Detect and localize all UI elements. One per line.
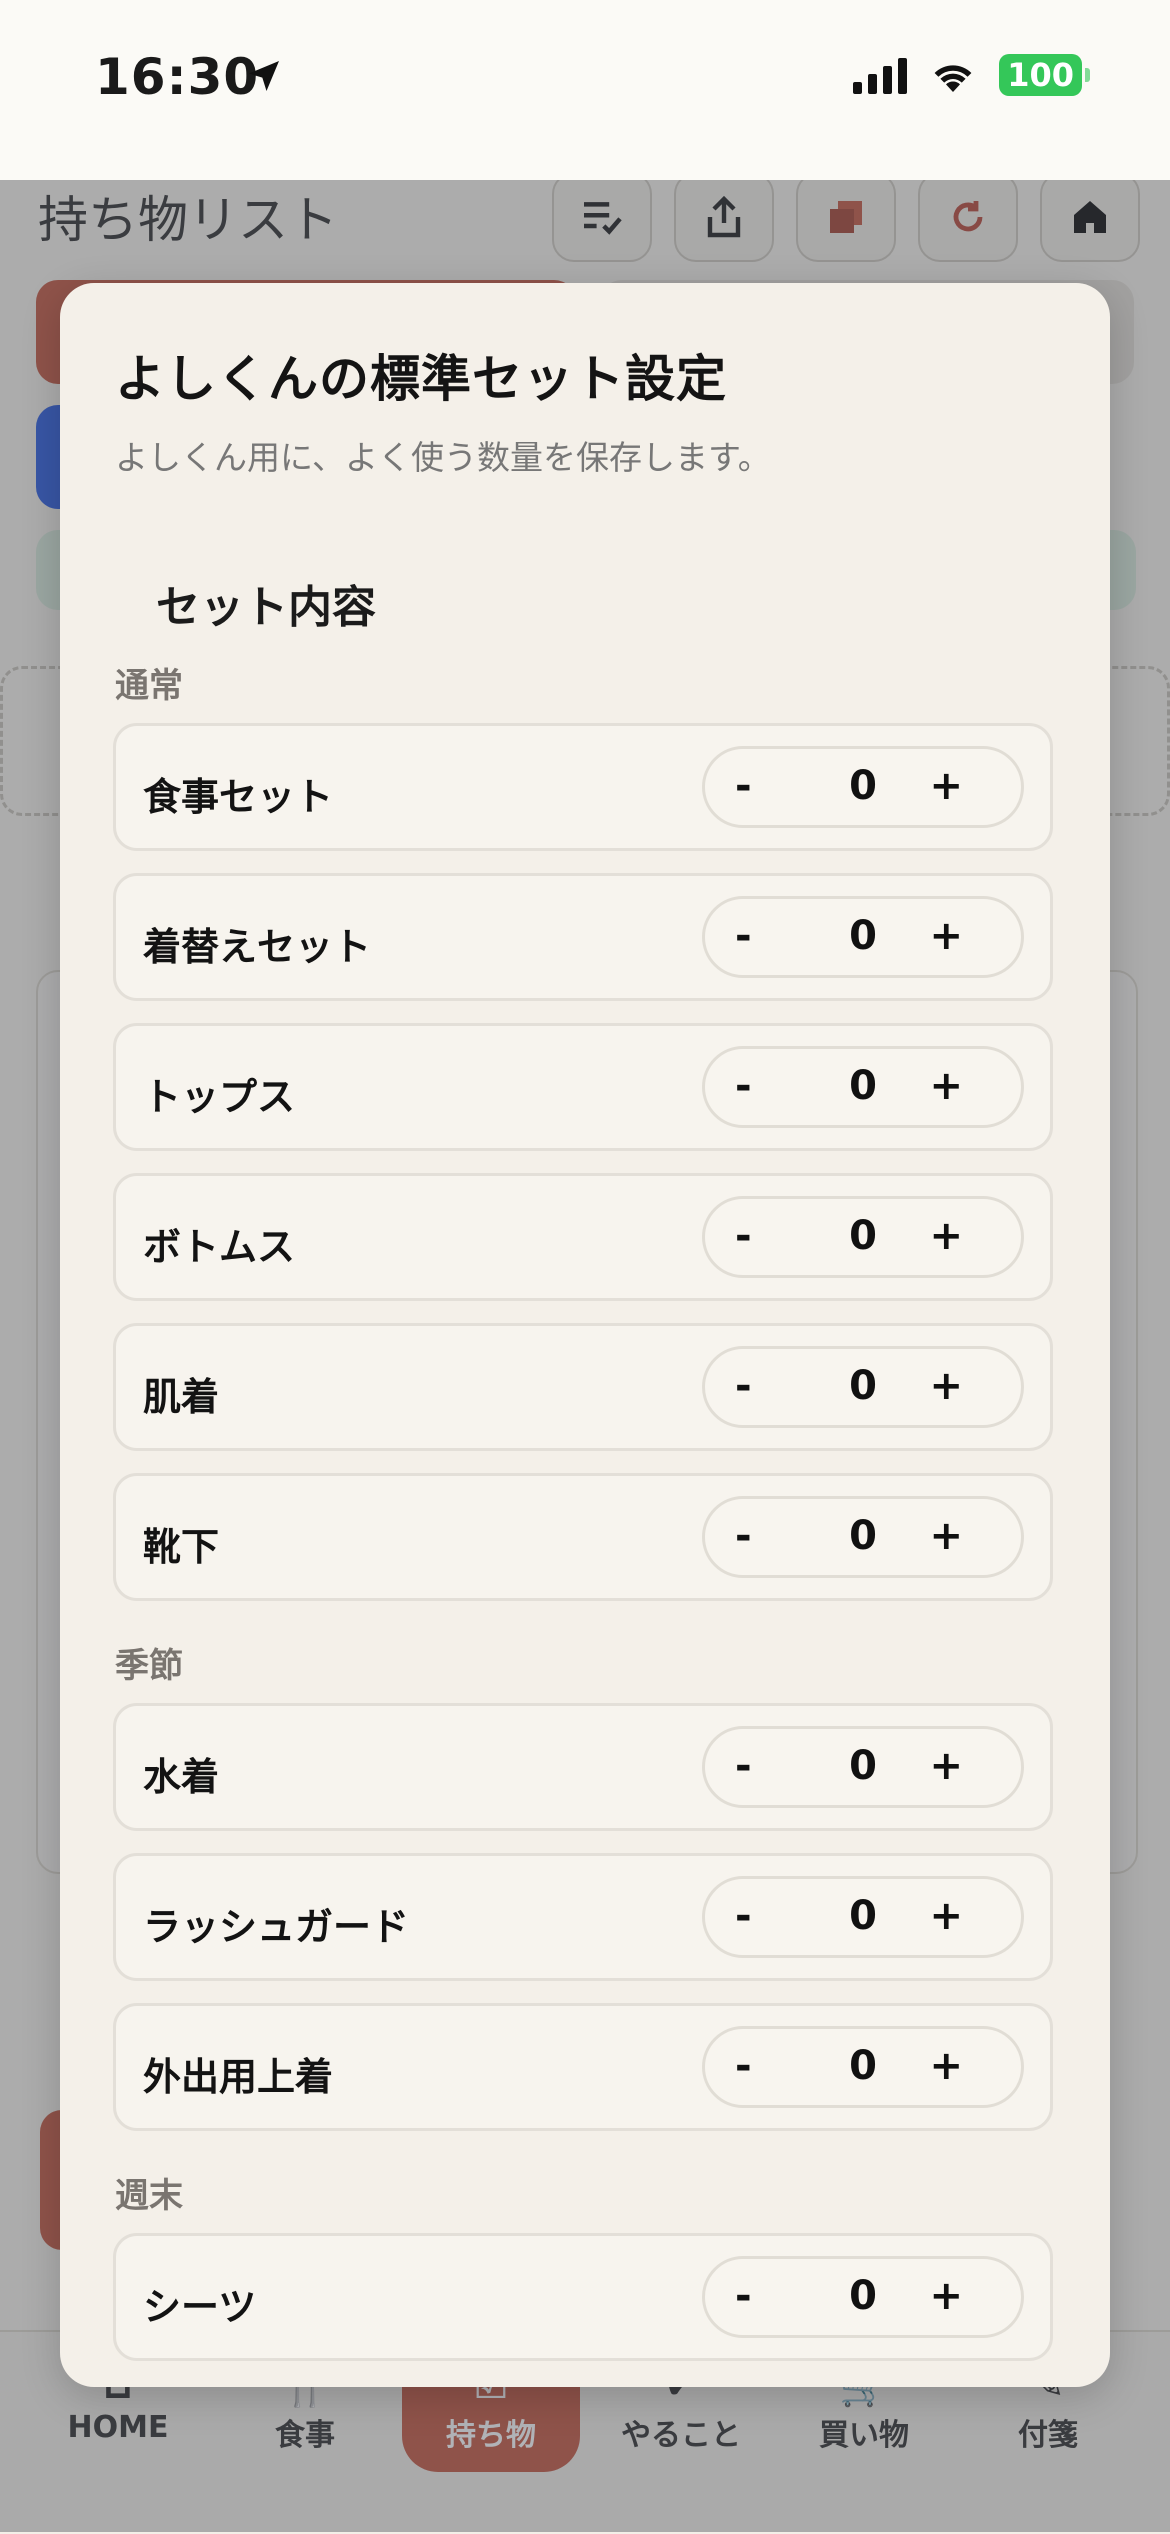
modal-title: よしくんの標準セット設定 — [115, 350, 727, 408]
item-row: 外出用上着 - 0 + — [113, 2003, 1053, 2131]
quantity-value: 0 — [849, 2273, 877, 2319]
item-label: 着替えセット — [143, 925, 372, 969]
item-label: ボトムス — [143, 1225, 296, 1269]
increment-button[interactable]: + — [929, 1363, 963, 1409]
item-label: 外出用上着 — [143, 2055, 334, 2099]
section-title: セット内容 — [156, 582, 376, 633]
quantity-stepper: - 0 + — [702, 746, 1024, 828]
quantity-stepper: - 0 + — [702, 2026, 1024, 2108]
status-bar: 16:30 100 — [0, 0, 1170, 180]
quantity-value: 0 — [849, 913, 877, 959]
cellular-signal-icon — [853, 56, 908, 94]
item-row: 靴下 - 0 + — [113, 1473, 1053, 1601]
quantity-value: 0 — [849, 1363, 877, 1409]
quantity-value: 0 — [849, 763, 877, 809]
quantity-value: 0 — [849, 2043, 877, 2089]
quantity-value: 0 — [849, 1513, 877, 1559]
increment-button[interactable]: + — [929, 913, 963, 959]
item-label: 水着 — [143, 1755, 220, 1799]
quantity-value: 0 — [849, 1213, 877, 1259]
item-label: 食事セット — [143, 775, 334, 819]
quantity-value: 0 — [849, 1743, 877, 1789]
quantity-stepper: - 0 + — [702, 896, 1024, 978]
increment-button[interactable]: + — [929, 2043, 963, 2089]
item-row: ラッシュガード - 0 + — [113, 1853, 1053, 1981]
item-row: 水着 - 0 + — [113, 1703, 1053, 1831]
group-label-normal: 通常 — [115, 666, 183, 706]
increment-button[interactable]: + — [929, 1893, 963, 1939]
increment-button[interactable]: + — [929, 763, 963, 809]
item-label: トップス — [143, 1075, 296, 1119]
item-row: 食事セット - 0 + — [113, 723, 1053, 851]
quantity-value: 0 — [849, 1063, 877, 1109]
increment-button[interactable]: + — [929, 1743, 963, 1789]
battery-icon: 100 — [999, 54, 1090, 96]
quantity-stepper: - 0 + — [702, 1046, 1024, 1128]
item-row: ボトムス - 0 + — [113, 1173, 1053, 1301]
group-label-season: 季節 — [115, 1646, 183, 1686]
increment-button[interactable]: + — [929, 1513, 963, 1559]
item-label: ラッシュガード — [143, 1905, 410, 1949]
item-row: 着替えセット - 0 + — [113, 873, 1053, 1001]
increment-button[interactable]: + — [929, 1063, 963, 1109]
location-arrow-icon — [249, 61, 279, 91]
item-label: 肌着 — [143, 1375, 220, 1419]
quantity-stepper: - 0 + — [702, 1346, 1024, 1428]
increment-button[interactable]: + — [929, 2273, 963, 2319]
standard-set-modal: よしくんの標準セット設定 よしくん用に、よく使う数量を保存します。 セット内容 … — [60, 283, 1110, 2387]
quantity-stepper: - 0 + — [702, 2256, 1024, 2338]
quantity-value: 0 — [849, 1893, 877, 1939]
item-label: シーツ — [143, 2285, 257, 2329]
quantity-stepper: - 0 + — [702, 1876, 1024, 1958]
increment-button[interactable]: + — [929, 1213, 963, 1259]
status-time: 16:30 — [95, 48, 260, 106]
group-label-weekend: 週末 — [115, 2176, 183, 2216]
battery-level: 100 — [999, 54, 1082, 96]
item-row: 肌着 - 0 + — [113, 1323, 1053, 1451]
modal-subtitle: よしくん用に、よく使う数量を保存します。 — [115, 438, 771, 477]
item-row: トップス - 0 + — [113, 1023, 1053, 1151]
quantity-stepper: - 0 + — [702, 1496, 1024, 1578]
item-row: シーツ - 0 + — [113, 2233, 1053, 2361]
quantity-stepper: - 0 + — [702, 1726, 1024, 1808]
item-label: 靴下 — [143, 1525, 220, 1569]
wifi-icon — [934, 65, 972, 92]
quantity-stepper: - 0 + — [702, 1196, 1024, 1278]
